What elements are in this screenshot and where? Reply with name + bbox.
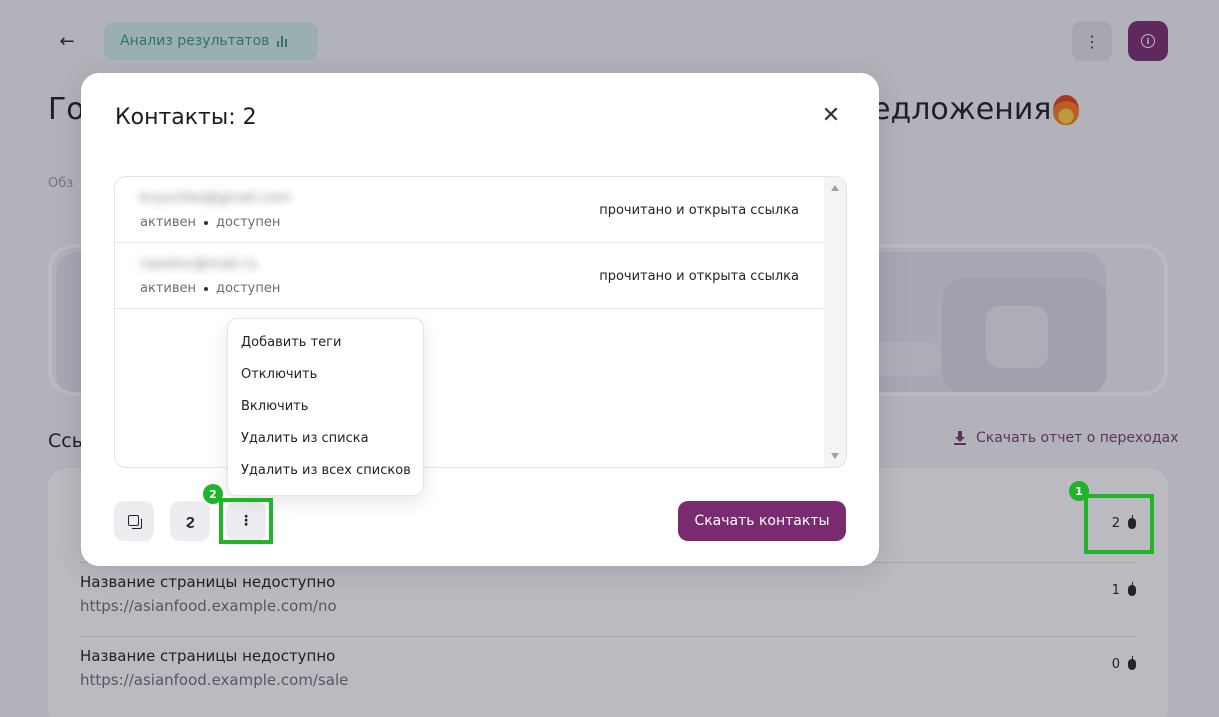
highlight-badge-1: 1 [1069,481,1089,501]
separator-dot [204,286,208,291]
actions-dropdown-menu: Добавить теги Отключить Включить Удалить… [227,318,424,496]
contact-email: kryuchko@gmail.com [140,190,291,206]
contact-row[interactable]: nasolov@mail.ru активен доступен прочита… [115,243,823,309]
contact-email: nasolov@mail.ru [140,256,258,272]
contact-status: активен доступен [140,215,280,230]
separator-dot [204,220,208,225]
highlight-badge-2: 2 [203,484,223,504]
menu-item-remove-from-all-lists[interactable]: Удалить из всех списков [228,455,423,487]
contact-state: активен [140,215,196,230]
segment-button[interactable]: ϩ [170,501,210,541]
scroll-down-arrow-icon[interactable] [831,453,839,459]
copy-button[interactable] [114,501,154,541]
contact-state: активен [140,281,196,296]
contact-status: активен доступен [140,281,280,296]
menu-item-enable[interactable]: Включить [228,391,423,423]
contacts-scrollbar[interactable] [824,177,846,467]
menu-item-add-tags[interactable]: Добавить теги [228,327,423,359]
contacts-list: kryuchko@gmail.com активен доступен проч… [114,176,847,468]
highlight-box-1 [1084,494,1154,554]
scroll-up-arrow-icon[interactable] [831,185,839,191]
close-icon: ✕ [821,102,841,128]
copy-icon [127,514,142,529]
contact-availability: доступен [216,281,281,296]
download-contacts-button[interactable]: Скачать контакты [678,501,846,541]
contact-activity: прочитано и открыта ссылка [599,269,799,284]
modal-title: Контакты: 2 [115,105,257,130]
contact-activity: прочитано и открыта ссылка [599,203,799,218]
contacts-modal: Контакты: 2 ✕ kryuchko@gmail.com активен… [81,73,879,566]
face-icon: ϩ [185,513,195,529]
menu-item-disable[interactable]: Отключить [228,359,423,391]
menu-item-remove-from-list[interactable]: Удалить из списка [228,423,423,455]
close-button[interactable]: ✕ [817,101,845,129]
contact-availability: доступен [216,215,281,230]
highlight-box-2 [219,498,273,544]
contact-row[interactable]: kryuchko@gmail.com активен доступен проч… [115,177,823,243]
